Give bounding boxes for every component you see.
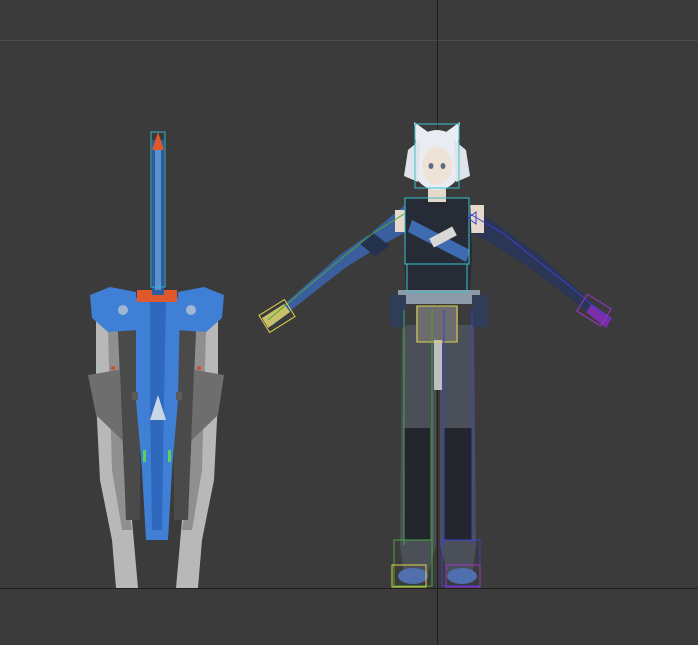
character-left-shoe [398,568,428,584]
character-right-hair-lock [454,140,470,182]
mech-green-light-right [168,450,171,462]
character-right-boot [444,428,472,540]
character-left-hand [262,304,290,328]
character-right-pouch [472,295,488,327]
character-pelvis [416,306,458,342]
character-right-eye [440,163,446,169]
mech-weapon-model[interactable] [88,131,224,588]
character-model[interactable] [258,122,612,588]
character-left-boot [404,428,430,540]
mech-spear-highlight [155,150,161,290]
mech-green-light-left [143,450,146,462]
character-left-hair-lock [404,140,420,182]
mech-red-dot-right [197,366,201,370]
3d-viewport[interactable] [0,0,698,645]
character-tail [434,340,442,390]
mech-left-light [118,305,128,315]
mech-bolt-left [132,392,138,400]
character-face [422,147,452,185]
mech-right-light [186,305,196,315]
character-right-shoe [447,568,477,584]
scene-canvas [88,122,612,588]
mech-bolt-right [176,392,182,400]
character-left-eye [428,163,434,169]
mech-red-dot-left [111,366,115,370]
